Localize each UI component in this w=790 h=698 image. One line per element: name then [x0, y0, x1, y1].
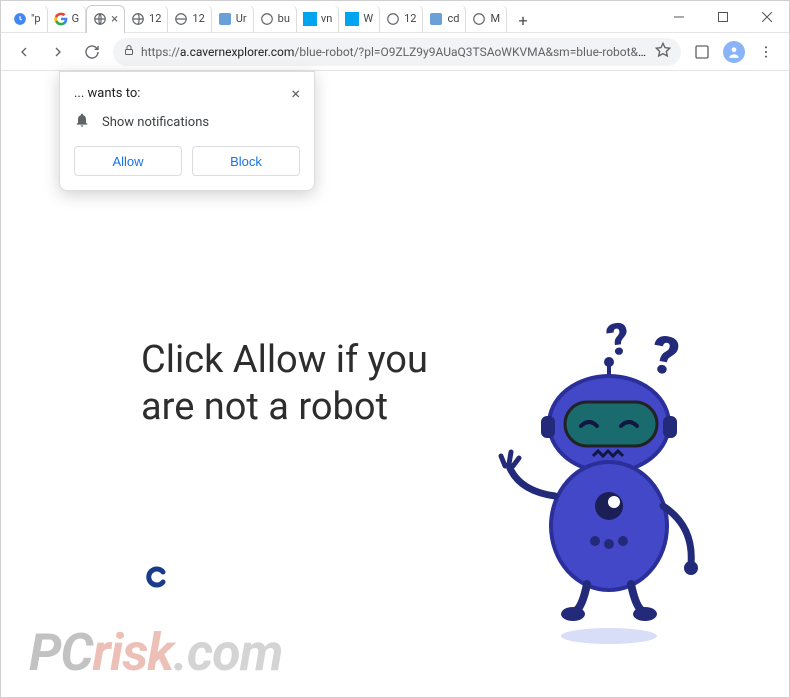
tab-label: Ur [236, 12, 247, 25]
titlebar: "p G × 12 12 Ur [1, 1, 789, 33]
allow-button[interactable]: Allow [74, 146, 182, 176]
favicon-globe-icon [472, 12, 486, 26]
profile-avatar[interactable] [723, 41, 745, 63]
page-content: ... wants to: × Show notifications Allow… [1, 71, 789, 697]
new-tab-button[interactable]: + [511, 9, 535, 33]
tab-0[interactable]: "p [7, 5, 48, 33]
browser-window: "p G × 12 12 Ur [0, 0, 790, 698]
tab-label: G [72, 12, 80, 25]
headline-text: Click Allow if you are not a robot [141, 337, 441, 432]
tab-label: vn [321, 12, 332, 25]
tab-label: cd [447, 12, 459, 25]
reload-button[interactable] [79, 39, 105, 65]
permission-request-text: Show notifications [102, 115, 209, 130]
tab-close-icon[interactable]: × [111, 12, 118, 27]
favicon-globe-icon [174, 12, 188, 26]
tab-7[interactable]: vn [297, 5, 339, 33]
permission-title: ... wants to: [74, 86, 140, 101]
favicon-globe-icon [131, 12, 145, 26]
back-button[interactable] [11, 39, 37, 65]
tab-label: "p [31, 12, 41, 25]
minimize-button[interactable] [657, 1, 701, 33]
favicon-globe-icon [386, 12, 400, 26]
tab-3[interactable]: 12 [125, 5, 168, 33]
tab-label: 12 [404, 12, 416, 25]
close-window-button[interactable] [745, 1, 789, 33]
tab-label: W [363, 12, 373, 25]
tab-label: M [490, 12, 500, 25]
block-button[interactable]: Block [192, 146, 300, 176]
tab-2-active[interactable]: × [86, 5, 125, 33]
tab-1[interactable]: G [48, 5, 87, 33]
tab-9[interactable]: 12 [380, 5, 423, 33]
favicon-google-icon [13, 12, 27, 26]
tab-5[interactable]: Ur [212, 5, 254, 33]
bell-icon [74, 112, 90, 132]
svg-text:?: ? [647, 324, 684, 389]
tab-strip: "p G × 12 12 Ur [1, 1, 657, 33]
menu-button[interactable] [753, 39, 779, 65]
favicon-google-icon [54, 12, 68, 26]
favicon-globe-icon [93, 12, 107, 26]
toolbar: https://a.cavernexplorer.com/blue-robot/… [1, 33, 789, 71]
tab-8[interactable]: W [339, 5, 380, 33]
favicon-generic-icon [429, 12, 443, 26]
notification-permission-popup: ... wants to: × Show notifications Allow… [59, 71, 315, 191]
tab-6[interactable]: bu [254, 5, 297, 33]
tab-label: 12 [192, 12, 204, 25]
favicon-generic-icon [218, 12, 232, 26]
tab-10[interactable]: cd [423, 5, 466, 33]
favicon-globe-icon [260, 12, 274, 26]
favicon-windows-icon [345, 12, 359, 26]
extensions-button[interactable] [689, 39, 715, 65]
small-c-logo [145, 565, 169, 589]
maximize-button[interactable] [701, 1, 745, 33]
tab-label: 12 [149, 12, 161, 25]
lock-icon [123, 44, 135, 59]
url-text: https://a.cavernexplorer.com/blue-robot/… [141, 45, 649, 59]
close-icon[interactable]: × [291, 86, 300, 102]
forward-button[interactable] [45, 39, 71, 65]
favicon-windows-icon [303, 12, 317, 26]
robot-illustration: ? ? [459, 316, 719, 626]
tab-11[interactable]: M [466, 5, 507, 33]
window-controls [657, 1, 789, 33]
tab-4[interactable]: 12 [168, 5, 211, 33]
bookmark-star-icon[interactable] [655, 42, 671, 61]
tab-label: bu [278, 12, 290, 25]
address-bar[interactable]: https://a.cavernexplorer.com/blue-robot/… [113, 38, 681, 66]
